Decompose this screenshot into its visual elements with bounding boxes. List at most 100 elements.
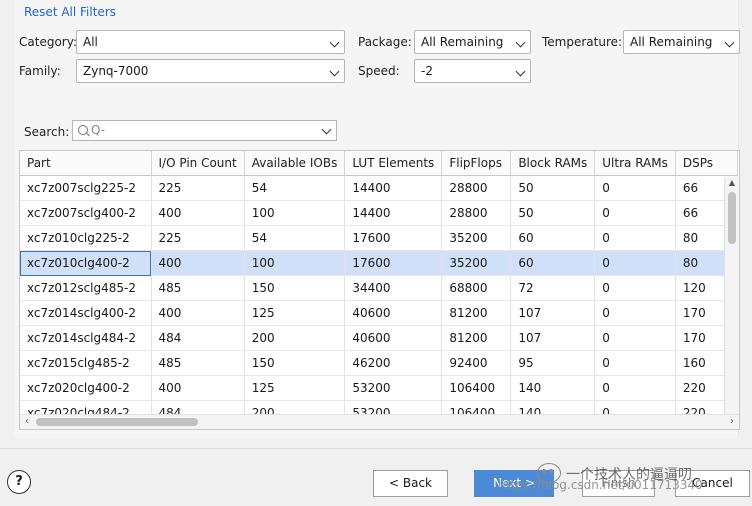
horizontal-scroll-thumb[interactable] [36,418,198,426]
table-cell: 107 [510,300,596,326]
table-cell: 200 [244,325,346,351]
table-row[interactable]: xc7z007sclg400-2 400 100 14400 28800 50 0 66 [20,200,738,226]
table-cell: 140 [510,375,596,401]
search-label: Search: [24,125,70,139]
package-dropdown[interactable]: All Remaining [414,30,531,54]
table-cell: 150 [244,350,346,376]
table-cell: 17600 [344,250,443,276]
table-cell: 40600 [344,325,443,351]
speed-dropdown[interactable]: -2 [414,59,531,83]
vertical-scrollbar[interactable]: ▲ ▼ [724,177,739,429]
table-cell: 40600 [344,300,443,326]
table-cell: 225 [151,225,245,251]
table-row[interactable]: xc7z012sclg485-2 485 150 34400 68800 72 0 120 [20,275,738,301]
table-cell: 34400 [344,275,443,301]
part-cell: xc7z007sclg400-2 [20,200,152,226]
table-cell: 225 [151,175,245,201]
table-cell: 35200 [441,225,512,251]
speed-value: -2 [421,64,433,78]
table-cell: 0 [594,250,676,276]
table-cell: 0 [594,350,676,376]
parts-table: Part I/O Pin Count Available IOBs LUT Eleme… [19,150,740,430]
column-header[interactable]: LUT Elements [344,151,443,176]
column-header[interactable]: Ultra RAMs [594,151,676,176]
scroll-left-icon[interactable]: ‹ [20,415,34,429]
part-cell: xc7z007sclg225-2 [20,175,152,201]
column-header[interactable]: Block RAMs [510,151,596,176]
table-cell: 28800 [441,175,512,201]
table-cell: 68800 [441,275,512,301]
table-cell: 125 [244,375,346,401]
table-row[interactable]: xc7z010clg400-2 400 100 17600 35200 60 0 80 [20,250,738,276]
table-cell: 50 [510,175,596,201]
chevron-down-icon [515,37,526,48]
table-cell: 95 [510,350,596,376]
table-cell: 72 [510,275,596,301]
table-cell: 150 [244,275,346,301]
chevron-down-icon [515,66,526,77]
chevron-down-icon [329,37,340,48]
table-cell: 17600 [344,225,443,251]
part-cell: xc7z012sclg485-2 [20,275,152,301]
table-cell: 485 [151,350,245,376]
vertical-scroll-thumb[interactable] [728,192,736,244]
column-header[interactable]: FlipFlops [441,151,512,176]
table-cell: 28800 [441,200,512,226]
table-cell: 0 [594,375,676,401]
table-row[interactable]: xc7z014sclg484-2 484 200 40600 81200 107 0 170 [20,325,738,351]
table-row[interactable]: xc7z014sclg400-2 400 125 40600 81200 107 0 170 [20,300,738,326]
table-row[interactable]: xc7z010clg225-2 225 54 17600 35200 60 0 80 [20,225,738,251]
part-cell: xc7z014sclg484-2 [20,325,152,351]
table-cell: 100 [244,250,346,276]
horizontal-scrollbar[interactable]: ‹ › [20,414,739,429]
table-cell: 400 [151,300,245,326]
table-cell: 81200 [441,300,512,326]
part-cell: xc7z010clg225-2 [20,225,152,251]
table-cell: 484 [151,325,245,351]
table-row[interactable]: xc7z007sclg225-2 225 54 14400 28800 50 0 66 [20,175,738,201]
scroll-right-icon[interactable]: › [725,415,739,429]
family-dropdown[interactable]: Zynq-7000 [76,59,345,83]
column-header[interactable]: I/O Pin Count [151,151,245,176]
family-label: Family: [19,64,61,78]
speed-label: Speed: [358,64,400,78]
table-header-row: Part I/O Pin Count Available IOBs LUT Eleme… [20,151,738,176]
column-header[interactable]: Part [20,151,152,176]
table-cell: 0 [594,175,676,201]
table-cell: 106400 [441,375,512,401]
table-cell: 485 [151,275,245,301]
scroll-up-icon[interactable]: ▲ [725,177,739,189]
category-label: Category: [19,35,77,49]
watermark-url: https://blog.csdn.net/u011713340 [498,478,703,492]
package-label: Package: [358,35,412,49]
table-row[interactable]: xc7z020clg400-2 400 125 53200 106400 140 0 220 [20,375,738,401]
family-value: Zynq-7000 [83,64,149,78]
help-button[interactable]: ? [7,470,31,494]
table-cell: 125 [244,300,346,326]
table-cell: 14400 [344,175,443,201]
table-cell: 60 [510,250,596,276]
table-cell: 0 [594,225,676,251]
table-row[interactable]: xc7z015clg485-2 485 150 46200 92400 95 0 160 [20,350,738,376]
chevron-down-icon[interactable] [321,124,332,135]
table-cell: 35200 [441,250,512,276]
table-cell: 60 [510,225,596,251]
temperature-dropdown[interactable]: All Remaining [623,30,740,54]
table-cell: 81200 [441,325,512,351]
search-input[interactable]: Q- [72,120,337,141]
table-cell: 0 [594,300,676,326]
back-button[interactable]: < Back [373,470,448,497]
parts-grid: Part I/O Pin Count Available IOBs LUT Eleme… [20,151,738,426]
category-dropdown[interactable]: All [76,30,345,54]
table-cell: 50 [510,200,596,226]
part-cell: xc7z020clg400-2 [20,375,152,401]
reset-all-filters-link[interactable]: Reset All Filters [24,5,116,19]
chevron-down-icon [329,66,340,77]
table-cell: 54 [244,175,346,201]
table-cell: 54 [244,225,346,251]
column-header[interactable]: Available IOBs [244,151,346,176]
table-cell: 0 [594,275,676,301]
table-cell: 46200 [344,350,443,376]
column-header[interactable]: DSPs [675,151,738,176]
table-cell: 400 [151,200,245,226]
